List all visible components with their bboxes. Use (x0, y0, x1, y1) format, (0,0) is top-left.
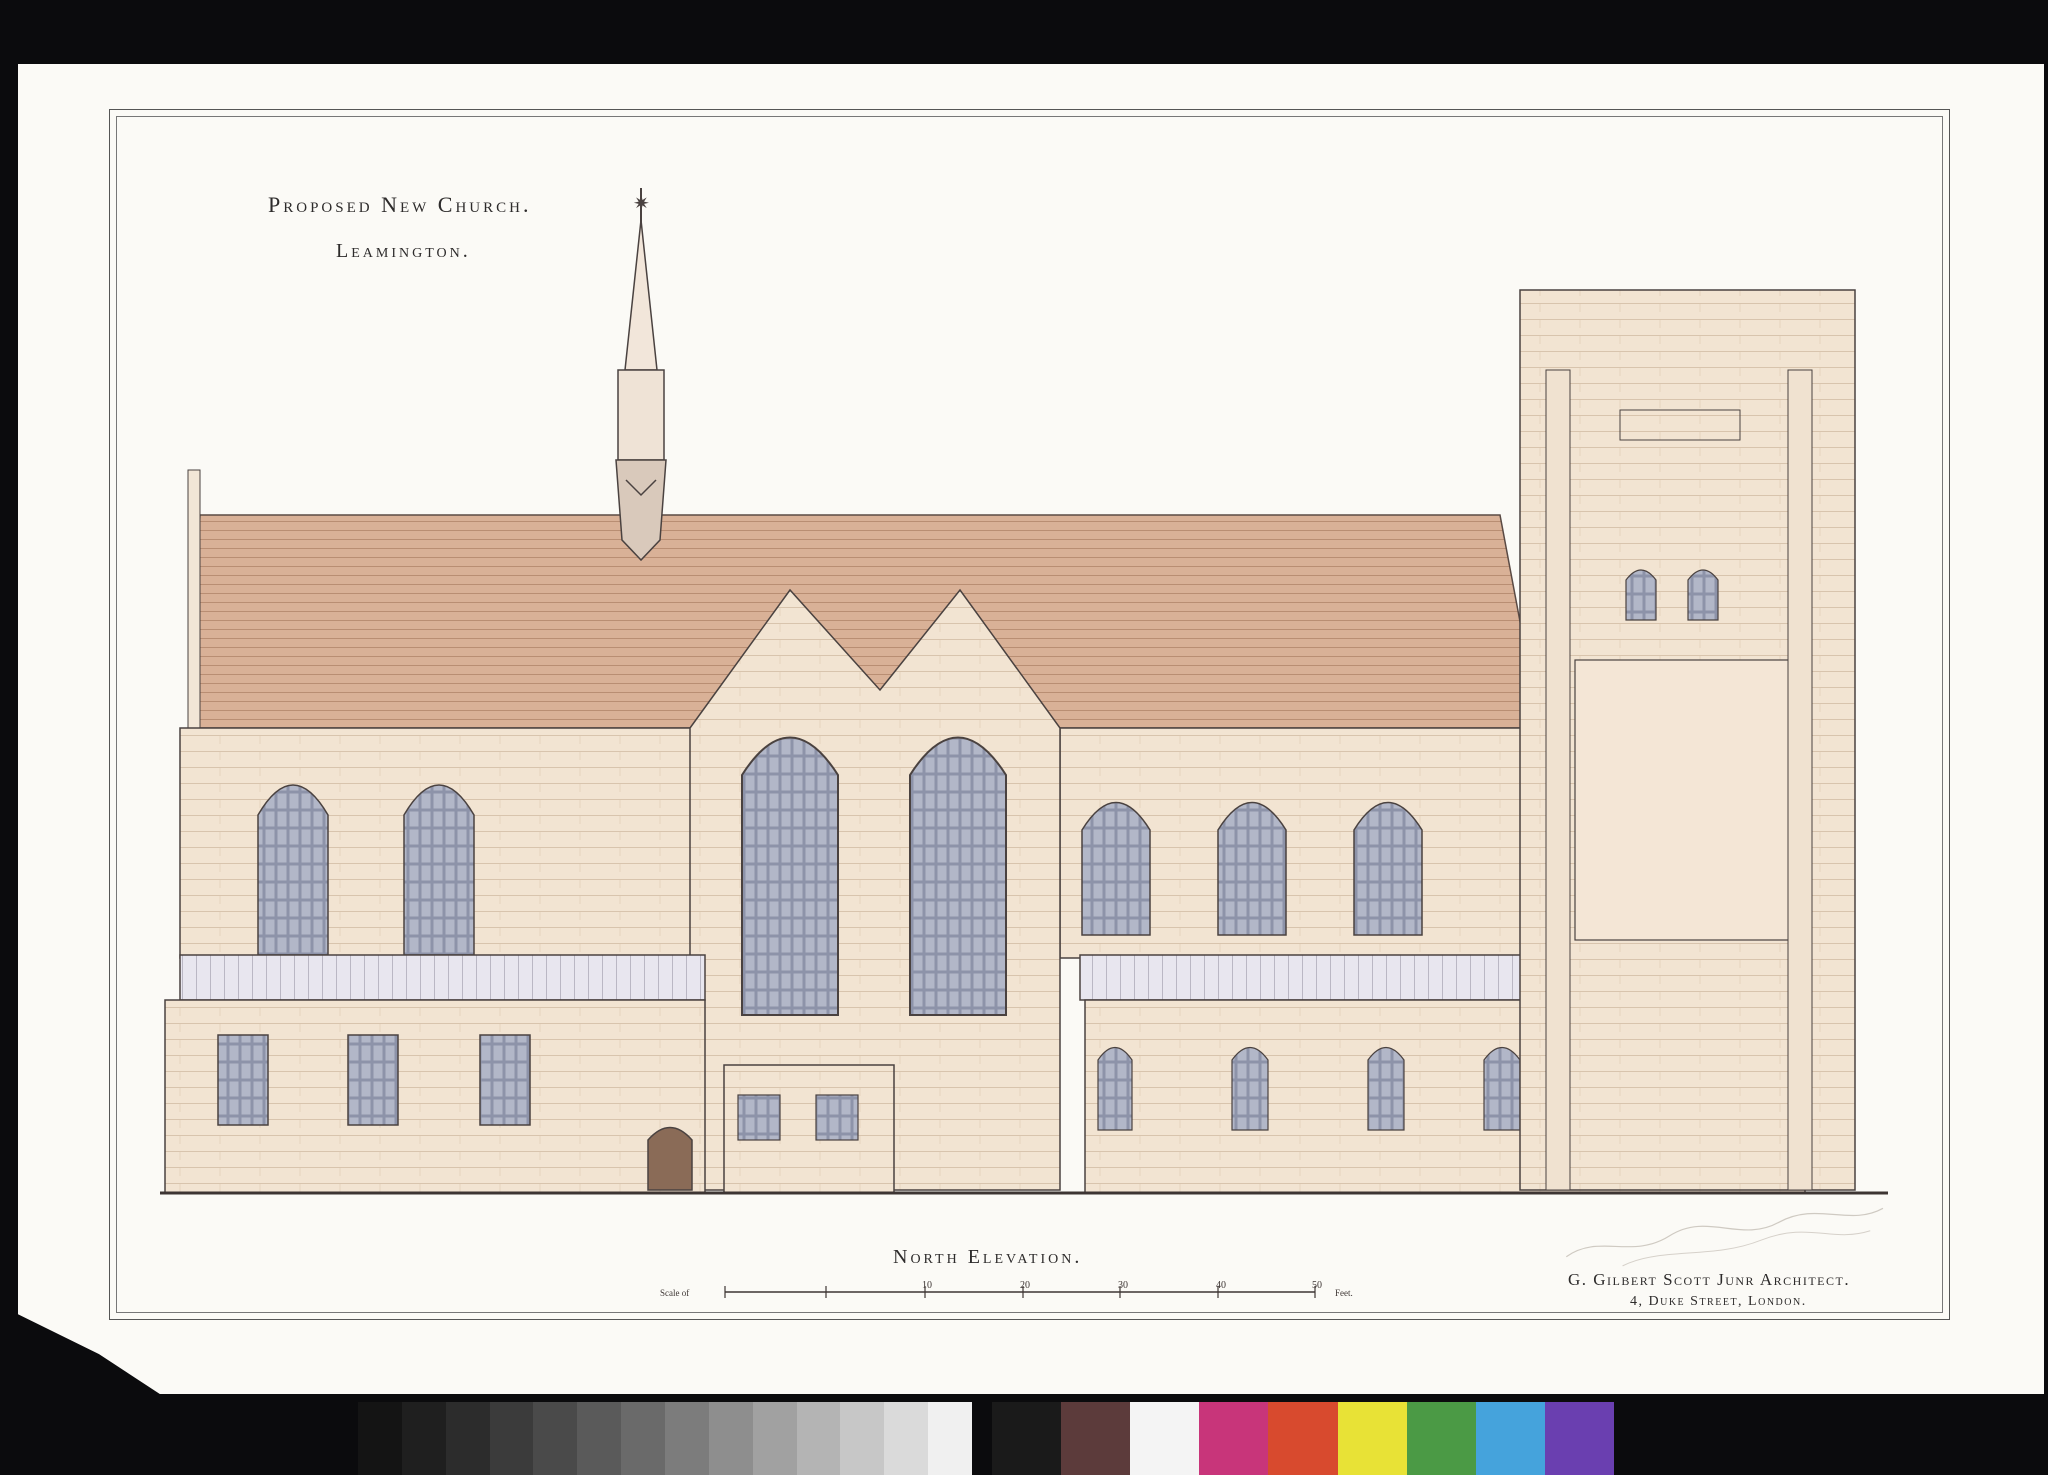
north-door (647, 1126, 693, 1191)
aisle-parapet-left (179, 954, 706, 1001)
color-patches (992, 1402, 1614, 1475)
nave-windows-right (1081, 801, 1423, 936)
scale-tick-30: 30 (1118, 1280, 1128, 1291)
color-swatch (1268, 1402, 1338, 1475)
gray-swatch (665, 1402, 709, 1475)
gray-swatch (358, 1402, 402, 1475)
color-swatch (1061, 1402, 1131, 1475)
color-calibration-strip (358, 1402, 1614, 1475)
gray-swatch (533, 1402, 578, 1475)
gray-swatch (445, 1402, 490, 1475)
porch (723, 1064, 895, 1194)
scale-tick-10: 10 (922, 1280, 932, 1291)
color-swatch (992, 1402, 1062, 1475)
scale-tick-20: 20 (1020, 1280, 1030, 1291)
drawing-location: Leamington. (336, 240, 471, 262)
scale-tick-50: 50 (1312, 1280, 1322, 1291)
aisle-windows-left (217, 1034, 531, 1126)
gray-swatch (708, 1402, 753, 1475)
west-pinnacle (187, 469, 201, 731)
scale-tick-40: 40 (1216, 1280, 1226, 1291)
gray-swatch (796, 1402, 841, 1475)
color-swatch (1199, 1402, 1269, 1475)
architect-address: 4, Duke Street, London. (1630, 1294, 1807, 1309)
gray-swatch (577, 1402, 622, 1475)
gray-swatch (884, 1402, 929, 1475)
drawing-title: Proposed New Church. (268, 192, 532, 217)
gray-swatch (752, 1402, 797, 1475)
grayscale-ramp (358, 1402, 973, 1475)
scale-bar: Scale of 10 20 30 40 50 Feet. (660, 1280, 1380, 1306)
fleche-spire: ✷ (615, 188, 667, 562)
gray-swatch (621, 1402, 666, 1475)
color-swatch (1337, 1402, 1407, 1475)
gray-swatch (928, 1402, 973, 1475)
strip-gap (972, 1402, 992, 1475)
gray-swatch (840, 1402, 885, 1475)
scale-label: Scale of (660, 1288, 690, 1298)
scale-unit: Feet. (1335, 1288, 1353, 1298)
tower (1519, 289, 1856, 1191)
color-swatch (1544, 1402, 1614, 1475)
svg-text:✷: ✷ (633, 193, 650, 215)
elevation-label: North Elevation. (893, 1246, 1083, 1268)
gray-swatch (489, 1402, 534, 1475)
color-swatch (1406, 1402, 1476, 1475)
color-swatch (1475, 1402, 1545, 1475)
color-swatch (1130, 1402, 1200, 1475)
gray-swatch (401, 1402, 446, 1475)
